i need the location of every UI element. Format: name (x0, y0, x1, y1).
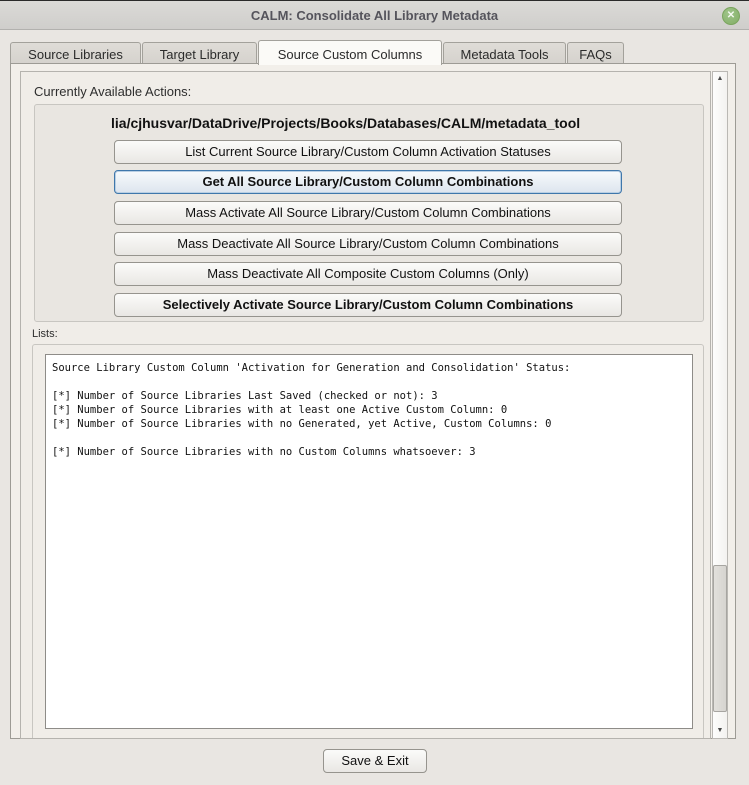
down-arrow-icon: ▼ (716, 727, 724, 734)
tab-metadata-tools[interactable]: Metadata Tools (443, 42, 566, 64)
selectively-activate-button[interactable]: Selectively Activate Source Library/Cust… (114, 293, 622, 317)
tab-source-libraries[interactable]: Source Libraries (10, 42, 141, 64)
tab-bar: Source Libraries Target Library Source C… (10, 40, 739, 65)
lists-output-textview[interactable]: Source Library Custom Column 'Activation… (45, 354, 693, 729)
actions-frame: lia/cjhusvar/DataDrive/Projects/Books/Da… (34, 104, 704, 322)
library-path-label: lia/cjhusvar/DataDrive/Projects/Books/Da… (111, 115, 581, 131)
scroll-down-button[interactable]: ▼ (713, 724, 727, 738)
list-activation-statuses-button[interactable]: List Current Source Library/Custom Colum… (114, 140, 622, 164)
mass-activate-combinations-button[interactable]: Mass Activate All Source Library/Custom … (114, 201, 622, 225)
content-viewport: Currently Available Actions: lia/cjhusva… (20, 71, 711, 739)
lists-frame-label: Lists: (32, 328, 58, 340)
close-icon: ✕ (726, 10, 736, 21)
get-all-combinations-button[interactable]: Get All Source Library/Custom Column Com… (114, 170, 622, 194)
tab-target-library[interactable]: Target Library (142, 42, 257, 64)
mass-deactivate-composite-button[interactable]: Mass Deactivate All Composite Custom Col… (114, 262, 622, 286)
actions-frame-label: Currently Available Actions: (34, 84, 192, 99)
mass-deactivate-combinations-button[interactable]: Mass Deactivate All Source Library/Custo… (114, 232, 622, 256)
tab-faqs[interactable]: FAQs (567, 42, 624, 64)
window-titlebar: CALM: Consolidate All Library Metadata ✕ (0, 0, 749, 30)
close-button[interactable]: ✕ (722, 7, 740, 25)
window-title: CALM: Consolidate All Library Metadata (250, 8, 499, 23)
notebook-page: Currently Available Actions: lia/cjhusva… (10, 63, 736, 739)
vertical-scrollbar[interactable]: ▲ ▼ (712, 71, 728, 739)
scroll-up-button[interactable]: ▲ (713, 72, 727, 86)
save-exit-button[interactable]: Save & Exit (323, 749, 427, 773)
scrollbar-thumb[interactable] (713, 565, 727, 712)
lists-frame: Source Library Custom Column 'Activation… (32, 344, 704, 738)
up-arrow-icon: ▲ (716, 75, 724, 82)
tab-source-custom-columns[interactable]: Source Custom Columns (258, 40, 442, 65)
